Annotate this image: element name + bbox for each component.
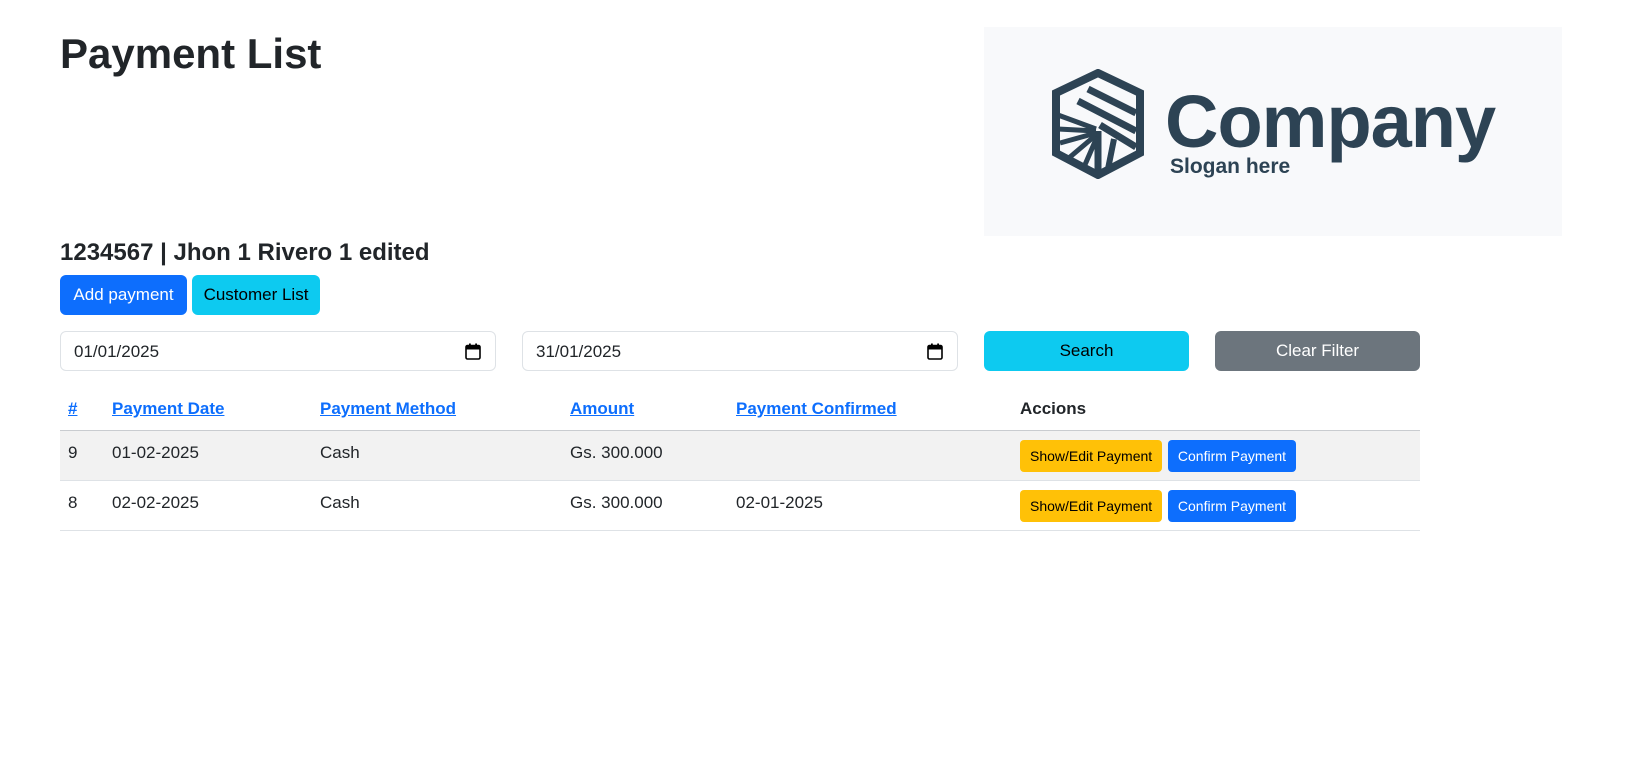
cell-id: 9 (60, 430, 104, 481)
date-from-value: 01/01/2025 (74, 342, 160, 361)
cell-payment-confirmed (728, 430, 1012, 481)
cell-payment-date: 01-02-2025 (104, 430, 312, 481)
show-edit-payment-button[interactable]: Show/Edit Payment (1020, 489, 1163, 522)
sort-by-amount-link[interactable]: Amount (570, 399, 634, 418)
table-row: 9 01-02-2025 Cash Gs. 300.000 Show/Edit … (60, 430, 1420, 481)
customer-list-button[interactable]: Customer List (192, 275, 320, 315)
date-from-input[interactable]: 01/01/2025 (60, 331, 496, 371)
column-header-payment-date[interactable]: Payment Date (104, 388, 312, 431)
sort-by-payment-method-link[interactable]: Payment Method (320, 399, 456, 418)
page-title: Payment List (60, 30, 322, 77)
striped-cube-logo-icon (1052, 69, 1144, 179)
column-header-payment-method[interactable]: Payment Method (312, 388, 562, 431)
column-header-actions: Accions (1012, 388, 1420, 431)
cell-id: 8 (60, 480, 104, 531)
search-button[interactable]: Search (984, 331, 1189, 371)
cell-actions: Show/Edit Payment Confirm Payment (1012, 480, 1420, 531)
table-header-row: # Payment Date Payment Method Amount Pay… (60, 388, 1420, 431)
date-to-value: 31/01/2025 (536, 342, 622, 361)
show-edit-payment-button[interactable]: Show/Edit Payment (1020, 439, 1163, 472)
payment-list-page: Payment List Company Slogan here 1234567… (0, 0, 1643, 758)
logo-slogan: Slogan here (1170, 155, 1291, 178)
calendar-icon[interactable] (465, 343, 481, 360)
customer-heading: 1234567 | Jhon 1 Rivero 1 edited (60, 239, 430, 266)
cell-payment-method: Cash (312, 480, 562, 531)
sort-by-payment-date-link[interactable]: Payment Date (112, 399, 224, 418)
company-logo: Company Slogan here (984, 27, 1562, 236)
payments-table: # Payment Date Payment Method Amount Pay… (60, 388, 1420, 531)
date-to-input[interactable]: 31/01/2025 (522, 331, 958, 371)
column-header-payment-confirmed[interactable]: Payment Confirmed (728, 388, 1012, 431)
confirm-payment-button[interactable]: Confirm Payment (1167, 489, 1297, 522)
add-payment-button[interactable]: Add payment (60, 275, 187, 315)
cell-amount: Gs. 300.000 (562, 430, 728, 481)
cell-amount: Gs. 300.000 (562, 480, 728, 531)
column-header-amount[interactable]: Amount (562, 388, 728, 431)
sort-by-payment-confirmed-link[interactable]: Payment Confirmed (736, 399, 897, 418)
calendar-icon[interactable] (927, 343, 943, 360)
cell-payment-confirmed: 02-01-2025 (728, 480, 1012, 531)
cell-payment-date: 02-02-2025 (104, 480, 312, 531)
clear-filter-button[interactable]: Clear Filter (1215, 331, 1420, 371)
cell-actions: Show/Edit Payment Confirm Payment (1012, 430, 1420, 481)
confirm-payment-button[interactable]: Confirm Payment (1167, 439, 1297, 472)
sort-by-id-link[interactable]: # (68, 399, 77, 418)
table-row: 8 02-02-2025 Cash Gs. 300.000 02-01-2025… (60, 480, 1420, 531)
column-header-id[interactable]: # (60, 388, 104, 431)
cell-payment-method: Cash (312, 430, 562, 481)
